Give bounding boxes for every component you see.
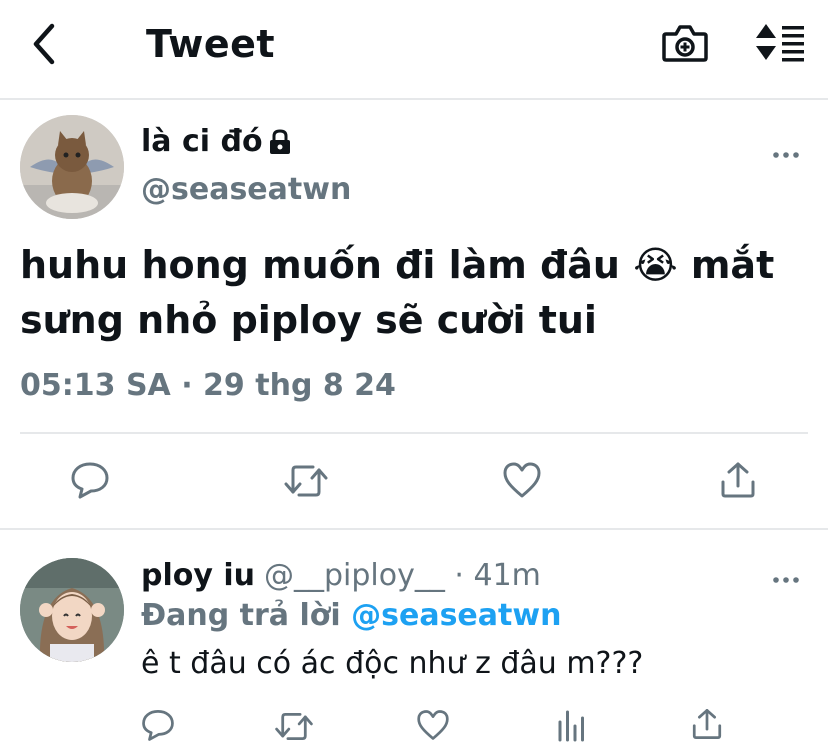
username[interactable]: @__piploy__ [264,558,445,593]
retweet-icon [275,712,313,741]
reply-text: ê t đâu có ác độc như z đâu m??? [141,646,644,681]
avatar[interactable] [20,558,124,662]
reply-button[interactable] [70,460,110,500]
sort-icon [756,24,804,62]
reply-button[interactable] [141,708,175,742]
cat-avatar-image [20,115,124,219]
analytics-button[interactable] [556,708,586,742]
reply-icon [142,710,174,741]
replying-label: Đang trả lời [141,598,341,633]
like-button[interactable] [502,461,542,499]
share-button[interactable] [718,460,758,500]
replying-to: Đang trả lời @seaseatwn [141,598,561,633]
retweet-button[interactable] [283,462,329,500]
share-icon [721,462,755,498]
camera-add-icon [662,25,708,62]
display-name[interactable]: là ci đó [141,124,263,159]
tweet-timestamp: 05:13 SA · 29 thg 8 24 [20,368,396,403]
like-button[interactable] [416,709,450,741]
top-bar: Tweet [0,0,828,100]
analytics-icon [558,710,584,742]
like-icon [417,710,449,740]
username[interactable]: @seaseatwn [141,172,351,207]
reply-icon [71,462,109,499]
back-button[interactable] [28,22,64,66]
tweet-text: huhu hong muốn đi làm đâu 😭 mắt sưng nhỏ… [20,243,775,342]
girl-avatar-image [20,558,124,662]
page-title: Tweet [146,22,276,66]
chevron-left-icon [33,23,55,65]
more-options-icon[interactable] [772,570,800,583]
like-icon [503,462,541,498]
camera-button[interactable] [660,20,710,66]
display-name[interactable]: ploy iu [141,558,255,593]
reply-username-time: @__piploy__ · 41m [264,558,541,593]
divider [20,432,808,434]
share-icon [692,709,722,739]
share-button[interactable] [690,707,724,741]
more-options-icon[interactable] [772,145,800,158]
lock-icon [266,128,294,156]
mention-link[interactable]: @seaseatwn [351,598,561,633]
time-ago: · 41m [454,558,541,593]
sort-button[interactable] [752,20,808,66]
divider [0,528,828,530]
avatar[interactable] [20,115,124,219]
retweet-icon [284,465,328,497]
retweet-button[interactable] [274,710,314,743]
